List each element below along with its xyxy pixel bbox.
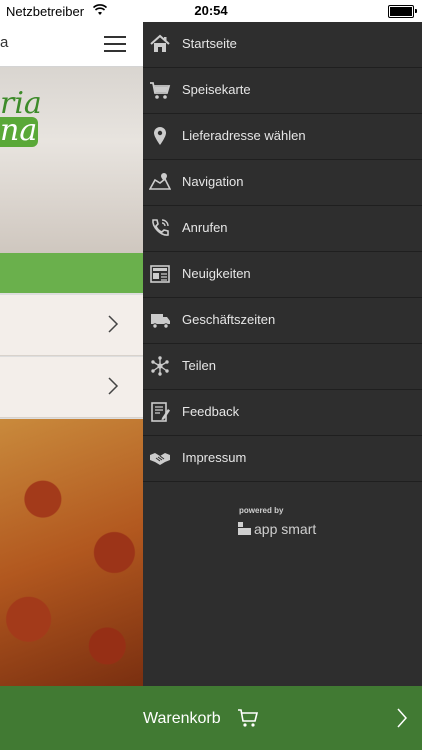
menu-item-label: Teilen <box>182 358 216 373</box>
chevron-right-icon <box>108 377 119 395</box>
appsmart-brand: app smart <box>254 521 317 537</box>
menu-item-anrufen[interactable]: Anrufen <box>143 206 422 252</box>
menu-item-feedback[interactable]: Feedback <box>143 390 422 436</box>
logo-word: na <box>0 113 38 148</box>
menu-item-impressum[interactable]: Impressum <box>143 436 422 482</box>
menu-item-label: Startseite <box>182 36 237 51</box>
menu-item-label: Navigation <box>182 174 244 189</box>
green-banner[interactable] <box>0 253 143 293</box>
cart-bar[interactable]: Warenkorb <box>0 686 422 750</box>
battery-icon <box>388 5 417 18</box>
map-icon <box>149 173 171 190</box>
menu-item-label: Feedback <box>182 404 240 419</box>
newspaper-icon <box>150 265 170 283</box>
home-icon <box>150 34 170 52</box>
menu-item-lieferadresse[interactable]: Lieferadresse wählen <box>143 114 422 160</box>
menu-item-label: Lieferadresse wählen <box>182 128 306 143</box>
handshake-icon <box>150 453 170 465</box>
background-app: a ria na <box>0 22 143 686</box>
menu-item-speisekarte[interactable]: Speisekarte <box>143 68 422 114</box>
pizza-image <box>0 419 143 686</box>
powered-by-label: powered by <box>239 506 284 515</box>
list-item[interactable] <box>0 295 143 356</box>
delivery-truck-icon <box>151 314 170 329</box>
appsmart-logo-icon <box>238 522 251 535</box>
menu-item-label: Geschäftszeiten <box>182 312 276 327</box>
menu-item-startseite[interactable]: Startseite <box>143 22 422 68</box>
menu-item-navigation[interactable]: Navigation <box>143 160 422 206</box>
menu-item-label: Anrufen <box>182 220 228 235</box>
menu-icon[interactable] <box>104 36 126 52</box>
chevron-right-icon <box>397 708 408 728</box>
cart-icon <box>150 82 171 99</box>
menu-item-neuigkeiten[interactable]: Neuigkeiten <box>143 252 422 298</box>
app-top-bar: a <box>0 22 143 67</box>
share-icon <box>151 356 169 376</box>
clock: 20:54 <box>194 3 228 18</box>
menu-item-teilen[interactable]: Teilen <box>143 344 422 390</box>
location-pin-icon <box>154 127 166 145</box>
cart-label: Warenkorb <box>143 710 221 727</box>
cart-icon <box>238 709 259 727</box>
app-title: a <box>0 34 9 51</box>
phone-icon <box>152 219 169 236</box>
list-item[interactable] <box>0 357 143 418</box>
menu-item-label: Speisekarte <box>182 82 251 97</box>
chevron-right-icon <box>108 315 119 333</box>
menu-item-label: Impressum <box>182 450 247 465</box>
appsmart-logo: app smart <box>238 520 338 540</box>
menu-item-label: Neuigkeiten <box>182 266 251 281</box>
feedback-icon <box>151 402 170 422</box>
status-bar: Netzbetreiber 20:54 <box>0 0 422 22</box>
side-drawer: Startseite Speisekarte Lieferadresse wäh… <box>143 22 422 686</box>
menu-item-geschaeftszeiten[interactable]: Geschäftszeiten <box>143 298 422 344</box>
